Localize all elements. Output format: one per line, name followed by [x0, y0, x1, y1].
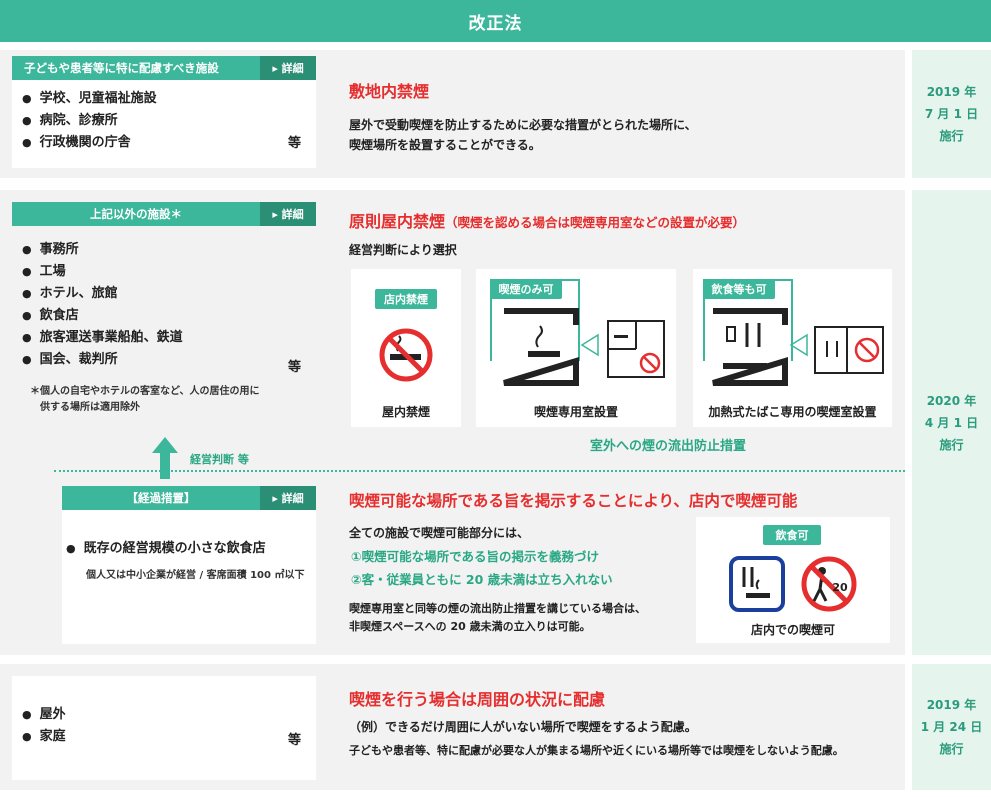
desc-line: 喫煙場所を設置することができる。: [349, 138, 541, 152]
sign-tag: 飲食可: [763, 525, 821, 545]
heated-tobacco-room-diagram-icon: [712, 308, 884, 386]
list-item: 既存の経営規模の小さな飲食店: [66, 538, 266, 560]
option-card-heated-tobacco: 飲食等も可 加熱式たばこ専用の喫煙室設置: [693, 269, 892, 427]
list-item: 学校、児童福祉施設: [22, 88, 306, 110]
condition-line: 喫煙専用室と同等の煙の流出防止措置を講じている場合は、: [349, 602, 646, 615]
prevention-label: 室外への煙の流出防止措置: [590, 439, 747, 454]
transition-note: 個人又は中小企業が経営 / 客席面積 100 ㎡以下: [86, 570, 305, 581]
date-year: 2020 年: [926, 393, 977, 408]
transition-card: 【経過措置】 ▸ 詳細 既存の経営規模の小さな飲食店 個人又は中小企業が経営 /…: [62, 486, 316, 644]
footnote: ＊個人の自宅やホテルの客室など、人の居住の用に: [30, 386, 260, 397]
up-arrow-icon: [152, 437, 178, 479]
facility-tag: 子どもや患者等に特に配慮すべき施設 ▸ 詳細: [12, 56, 316, 80]
page-title: 改正法: [0, 0, 991, 42]
etc-label: 等: [288, 360, 302, 375]
facility-card-1: 子どもや患者等に特に配慮すべき施設 ▸ 詳細 学校、児童福祉施設 病院、診療所 …: [12, 56, 316, 168]
headline-indoor-ban: 原則屋内禁煙（喫煙を認める場合は喫煙専用室などの設置が必要）: [349, 208, 745, 232]
facility-tag-title: 子どもや患者等に特に配慮すべき施設: [24, 61, 219, 75]
headline-sub: （喫煙を認める場合は喫煙専用室などの設置が必要）: [445, 215, 746, 230]
select-label: 経営判断により選択: [349, 243, 457, 257]
headline-main: 原則屋内禁煙: [349, 212, 446, 231]
headline-consideration: 喫煙を行う場合は周囲の状況に配慮: [349, 690, 606, 709]
list-item: 行政機関の庁舎: [22, 132, 306, 154]
detail-button-2[interactable]: ▸ 詳細: [260, 202, 316, 226]
desc-line: 屋外で受動喫煙を防止するために必要な措置がとられた場所に、: [349, 118, 697, 132]
list-item: 事務所: [22, 239, 312, 261]
desc-line: 子どもや患者等、特に配慮が必要な人が集まる場所や近くにいる場所等では喫煙をしない…: [349, 744, 844, 757]
date-month-day: 1 月 24 日: [920, 720, 983, 734]
no-minors-icon: 20: [801, 556, 857, 612]
footnote: 供する場所は適用除外: [40, 402, 140, 413]
list-item: 屋外: [22, 704, 306, 726]
transition-tag: 【経過措置】 ▸ 詳細: [62, 486, 316, 510]
arrow-label: 経営判断 等: [190, 453, 249, 466]
option-tag: 店内禁煙: [375, 289, 437, 309]
detail-button-1[interactable]: ▸ 詳細: [260, 56, 316, 80]
list-item: 旅客運送事業船舶、鉄道: [22, 327, 312, 349]
list-item: 国会、裁判所: [22, 349, 312, 371]
smoking-allowed-sign-card: 飲食可 20 店内での喫煙可: [696, 517, 890, 643]
option-caption: 屋内禁煙: [381, 405, 430, 419]
date-2020-04-01: 2020 年 4 月 1 日 施行: [912, 190, 991, 655]
date-year: 2019 年: [926, 85, 977, 99]
divider: [54, 470, 905, 472]
list-item: 病院、診療所: [22, 110, 306, 132]
rule-item: ①喫煙可能な場所である旨の掲示を義務づけ: [351, 549, 599, 564]
option-tag: 飲食等も可: [703, 279, 775, 299]
detail-button-3[interactable]: ▸ 詳細: [260, 486, 316, 510]
date-month-day: 7 月 1 日: [924, 107, 979, 121]
date-label: 施行: [939, 742, 964, 756]
date-label: 施行: [939, 129, 964, 143]
no-smoking-icon: [379, 328, 433, 382]
smoking-allowed-icon: [729, 556, 785, 612]
list-item: 飲食店: [22, 305, 312, 327]
list-item: 工場: [22, 261, 312, 283]
etc-label: 等: [288, 733, 302, 748]
facility-card-3: 屋外 家庭 等: [12, 676, 316, 780]
option-caption: 加熱式たばこ専用の喫煙室設置: [708, 405, 877, 419]
date-label: 施行: [939, 437, 964, 452]
option-card-no-smoking: 店内禁煙 屋内禁煙: [351, 269, 461, 427]
option-tag: 喫煙のみ可: [490, 279, 562, 299]
condition-line: 非喫煙スペースへの 20 歳未満の立入りは可能。: [349, 620, 591, 633]
rule-item: ②客・従業員ともに 20 歳未満は立ち入れない: [351, 572, 613, 587]
rule-intro: 全ての施設で喫煙可能部分には、: [349, 526, 530, 540]
smoking-room-diagram-icon: [503, 308, 665, 386]
date-year: 2019 年: [926, 698, 977, 712]
facility-tag-title: 上記以外の施設＊: [90, 207, 182, 221]
transition-tag-title: 【経過措置】: [126, 491, 196, 505]
option-card-smoking-room: 喫煙のみ可 喫煙専用室設置: [476, 269, 676, 427]
etc-label: 等: [288, 136, 302, 151]
sign-caption: 店内での喫煙可: [750, 623, 835, 637]
headline-premises-ban: 敷地内禁煙: [349, 82, 430, 101]
headline-smoking-allowed: 喫煙可能な場所である旨を掲示することにより、店内で喫煙可能: [349, 492, 798, 510]
age-limit-text: 20: [832, 581, 848, 594]
date-2019-07-01: 2019 年 7 月 1 日 施行: [912, 50, 991, 178]
date-2019-01-24: 2019 年 1 月 24 日 施行: [912, 664, 991, 790]
example-line: （例）できるだけ周囲に人がいない場所で喫煙をするよう配慮。: [349, 720, 697, 734]
facility-tag: 上記以外の施設＊ ▸ 詳細: [12, 202, 316, 226]
option-caption: 喫煙専用室設置: [533, 405, 618, 419]
list-item: 家庭: [22, 726, 306, 748]
list-item: ホテル、旅館: [22, 283, 312, 305]
date-month-day: 4 月 1 日: [924, 415, 979, 430]
